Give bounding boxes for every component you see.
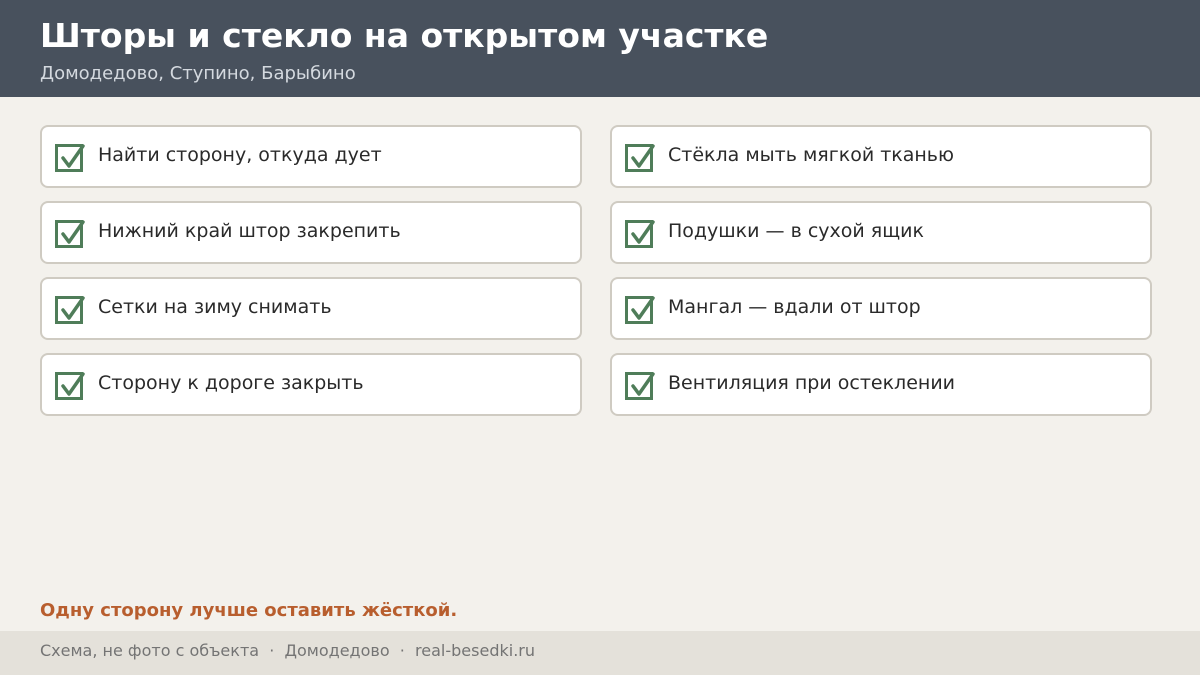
checklist-item: Нижний край штор закрепить — [40, 201, 582, 264]
checklist-item: Мангал — вдали от штор — [610, 277, 1152, 340]
checklist-item: Вентиляция при остеклении — [610, 353, 1152, 416]
checkbox-checked-icon — [55, 296, 85, 324]
checklist-item-label: Сторону к дороге закрыть — [98, 372, 364, 394]
checkbox-checked-icon — [625, 372, 655, 400]
checklist-item-label: Найти сторону, откуда дует — [98, 144, 382, 166]
page-subtitle: Домодедово, Ступино, Барыбино — [40, 63, 356, 84]
footer-caption: Схема, не фото с объекта · Домодедово · … — [40, 641, 535, 660]
checklist-item-label: Мангал — вдали от штор — [668, 296, 921, 318]
checklist-item: Найти сторону, откуда дует — [40, 125, 582, 188]
checklist-item-label: Стёкла мыть мягкой тканью — [668, 144, 955, 166]
checklist-item: Стёкла мыть мягкой тканью — [610, 125, 1152, 188]
checklist-item: Сетки на зиму снимать — [40, 277, 582, 340]
checklist-item: Подушки — в сухой ящик — [610, 201, 1152, 264]
checkbox-checked-icon — [55, 144, 85, 172]
header-banner: Шторы и стекло на открытом участке Домод… — [0, 0, 1200, 97]
footer-bar: Схема, не фото с объекта · Домодедово · … — [0, 631, 1200, 675]
checklist-item-label: Нижний край штор закрепить — [98, 220, 401, 242]
checklist-item-label: Подушки — в сухой ящик — [668, 220, 924, 242]
advice-note: Одну сторону лучше оставить жёсткой. — [40, 600, 458, 621]
page-title: Шторы и стекло на открытом участке — [40, 16, 769, 55]
checkbox-checked-icon — [55, 372, 85, 400]
checkbox-checked-icon — [55, 220, 85, 248]
checkbox-checked-icon — [625, 296, 655, 324]
checkbox-checked-icon — [625, 144, 655, 172]
checklist-item: Сторону к дороге закрыть — [40, 353, 582, 416]
checklist-item-label: Вентиляция при остеклении — [668, 372, 956, 394]
checkbox-checked-icon — [625, 220, 655, 248]
checklist-item-label: Сетки на зиму снимать — [98, 296, 332, 318]
